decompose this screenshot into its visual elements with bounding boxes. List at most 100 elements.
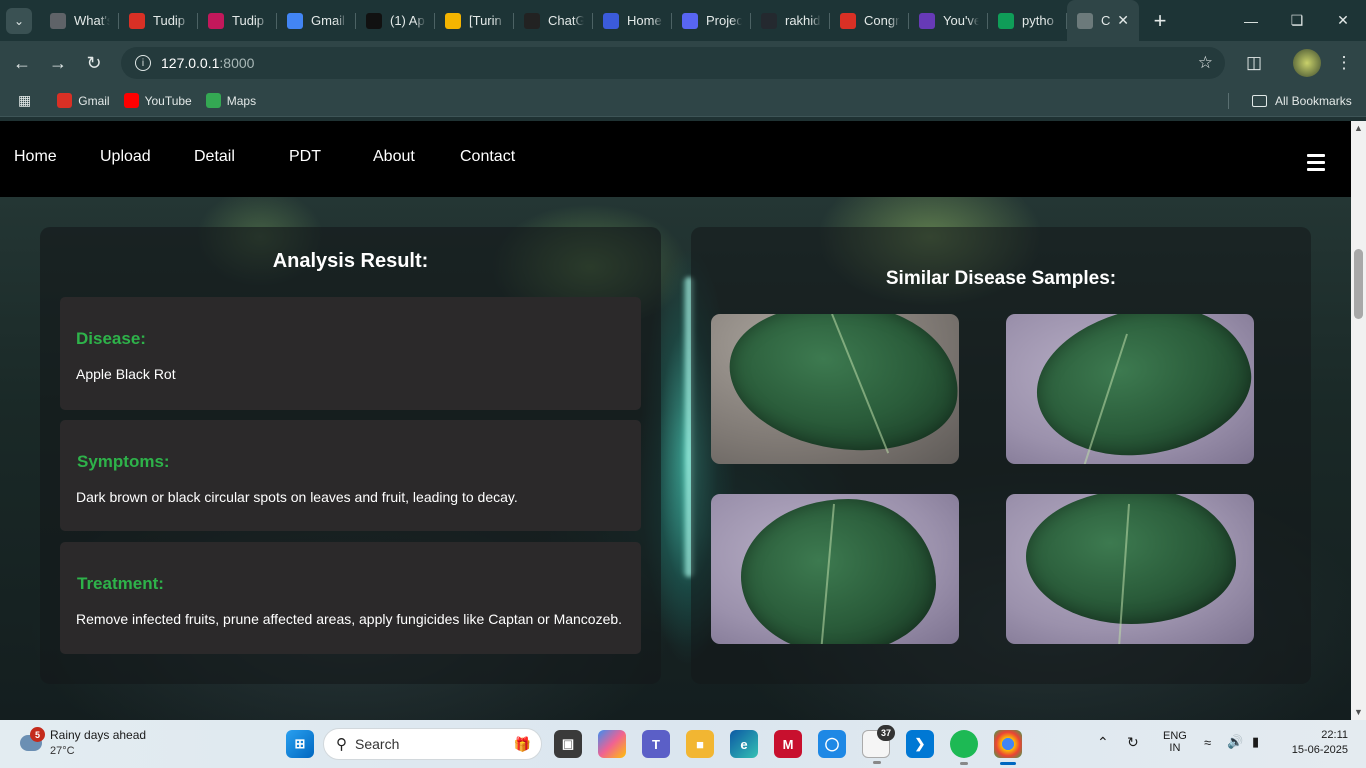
browser-tab[interactable]: [Turin — [435, 0, 514, 41]
volume-icon[interactable]: 🔊 — [1227, 734, 1243, 750]
browser-tab[interactable]: Tudip — [119, 0, 198, 41]
menu-kebab-icon[interactable]: ⋮ — [1330, 49, 1358, 77]
all-bookmarks-button[interactable]: All Bookmarks — [1252, 94, 1352, 108]
vscode-icon[interactable]: ❯ — [906, 730, 934, 758]
task-view-icon[interactable]: ▣ — [554, 730, 582, 758]
tab-label: Tudip — [232, 13, 265, 28]
sync-icon[interactable]: ↻ — [1127, 734, 1139, 751]
apps-grid-icon[interactable]: ▦ — [18, 92, 31, 109]
minimize-icon[interactable]: — — [1228, 0, 1274, 41]
teams-icon[interactable]: T — [642, 730, 670, 758]
scroll-up-arrow-icon[interactable]: ▲ — [1353, 123, 1364, 133]
new-tab-plus-icon[interactable]: + — [1145, 8, 1175, 34]
project-icon — [682, 12, 698, 29]
browser-tab[interactable]: Congr — [830, 0, 909, 41]
file-explorer-icon[interactable]: ■ — [686, 730, 714, 758]
close-tab-icon[interactable]: ✕ — [1117, 12, 1129, 29]
weather-temp: 27°C — [50, 745, 75, 757]
lang-line1: ENG — [1163, 730, 1187, 742]
battery-icon[interactable]: ▮ — [1252, 734, 1259, 750]
folder-icon — [1252, 94, 1267, 107]
bookmarks-divider — [1228, 93, 1229, 109]
drive-icon — [998, 12, 1014, 29]
reload-icon[interactable]: ↻ — [76, 45, 112, 81]
loading-icon — [1077, 12, 1093, 29]
scrollbar-thumb[interactable] — [1354, 249, 1363, 319]
weather-widget[interactable]: 5 Rainy days ahead 27°C — [18, 727, 178, 761]
restore-icon[interactable]: ❏ — [1274, 0, 1320, 41]
browser-tab[interactable]: Gmail — [277, 0, 356, 41]
tab-search-chevron-icon[interactable]: ⌄ — [6, 7, 32, 34]
weather-badge: 5 — [30, 727, 45, 742]
bookmark-maps[interactable]: Maps — [205, 93, 256, 108]
tab-label: Projec — [706, 13, 742, 28]
leaf-sample-image[interactable] — [1006, 494, 1254, 644]
browser-tab[interactable]: pytho — [988, 0, 1067, 41]
browser-tab[interactable]: (1) Ap — [356, 0, 435, 41]
taskbar-search[interactable]: ⚲ Search 🎁 — [323, 728, 542, 760]
disease-value: Apple Black Rot — [76, 366, 176, 382]
bookmark-youtube[interactable]: YouTube — [123, 93, 192, 108]
tab-label: What's — [74, 13, 110, 28]
symptoms-card: Symptoms: Dark brown or black circular s… — [60, 420, 641, 531]
nav-home[interactable]: Home — [14, 148, 57, 166]
clock[interactable]: 22:11 15-06-2025 — [1284, 729, 1348, 756]
forward-arrow-icon[interactable]: → — [40, 45, 76, 81]
extensions-puzzle-icon[interactable]: ◫ — [1240, 49, 1268, 77]
copilot-icon[interactable] — [598, 730, 626, 758]
address-bar[interactable]: i 127.0.0.1:8000 ☆ — [121, 47, 1225, 79]
wifi-icon[interactable]: ≈ — [1204, 735, 1211, 750]
leaf-sample-image[interactable] — [711, 314, 959, 464]
youtube-icon — [123, 93, 139, 108]
github-icon — [761, 12, 777, 29]
leaf-sample-image[interactable] — [1006, 314, 1254, 464]
browser-tab[interactable]: Home — [593, 0, 672, 41]
cortana-icon[interactable]: ◯ — [818, 730, 846, 758]
disease-card: Disease: Apple Black Rot — [60, 297, 641, 410]
nav-pdt[interactable]: PDT — [289, 148, 321, 166]
close-window-icon[interactable]: ✕ — [1320, 0, 1366, 41]
edge-icon[interactable]: e — [730, 730, 758, 758]
treatment-card: Treatment: Remove infected fruits, prune… — [60, 542, 641, 654]
gmail-icon — [129, 12, 145, 29]
bookmark-gmail[interactable]: Gmail — [57, 93, 110, 108]
nav-contact[interactable]: Contact — [460, 148, 515, 166]
spotify-icon[interactable] — [950, 730, 978, 765]
bookmark-list: Gmail YouTube Maps — [57, 93, 270, 108]
tab-label: (1) Ap — [390, 13, 425, 28]
browser-tab[interactable]: Projec — [672, 0, 751, 41]
web-page: Home Upload Detail PDT About Contact Ana… — [0, 121, 1351, 720]
browser-tab[interactable]: Tudip — [198, 0, 277, 41]
chrome-taskbar-icon[interactable] — [994, 730, 1022, 765]
clock-date: 15-06-2025 — [1291, 744, 1348, 756]
nav-upload[interactable]: Upload — [100, 148, 151, 166]
bookmark-star-icon[interactable]: ☆ — [1198, 53, 1213, 73]
symptoms-value: Dark brown or black circular spots on le… — [76, 489, 518, 505]
leaf-sample-image[interactable] — [711, 494, 959, 644]
analysis-result-title: Analysis Result: — [272, 250, 429, 272]
scroll-down-arrow-icon[interactable]: ▼ — [1353, 707, 1364, 717]
maps-icon — [205, 93, 221, 108]
page-scrollbar[interactable]: ▲ ▼ — [1351, 121, 1366, 720]
tray-overflow-chevron-icon[interactable]: ⌃ — [1097, 734, 1109, 751]
site-navbar: Home Upload Detail PDT About Contact — [0, 121, 1351, 197]
windows-start-icon[interactable]: ⊞ — [286, 730, 314, 758]
notepad-icon[interactable]: 37 — [862, 725, 895, 764]
browser-tab[interactable]: You've — [909, 0, 988, 41]
hamburger-menu-icon[interactable] — [1307, 154, 1325, 172]
mcafee-icon[interactable]: M — [774, 730, 802, 758]
browser-tab[interactable]: C ✕ — [1067, 0, 1139, 41]
windows-taskbar: 5 Rainy days ahead 27°C ⊞ ⚲ Search 🎁 ▣ T… — [0, 720, 1366, 768]
copilot-icon — [603, 12, 619, 29]
profile-avatar[interactable] — [1293, 49, 1321, 77]
browser-tab[interactable]: ChatG — [514, 0, 593, 41]
back-arrow-icon[interactable]: ← — [4, 45, 40, 81]
app-icon — [366, 12, 382, 29]
browser-tab[interactable]: What's — [40, 0, 119, 41]
nav-detail[interactable]: Detail — [194, 148, 235, 166]
site-info-icon[interactable]: i — [135, 55, 151, 71]
nav-about[interactable]: About — [373, 148, 415, 166]
language-indicator[interactable]: ENG IN — [1163, 730, 1187, 754]
browser-tab[interactable]: rakhid — [751, 0, 830, 41]
forms-icon — [919, 12, 935, 29]
